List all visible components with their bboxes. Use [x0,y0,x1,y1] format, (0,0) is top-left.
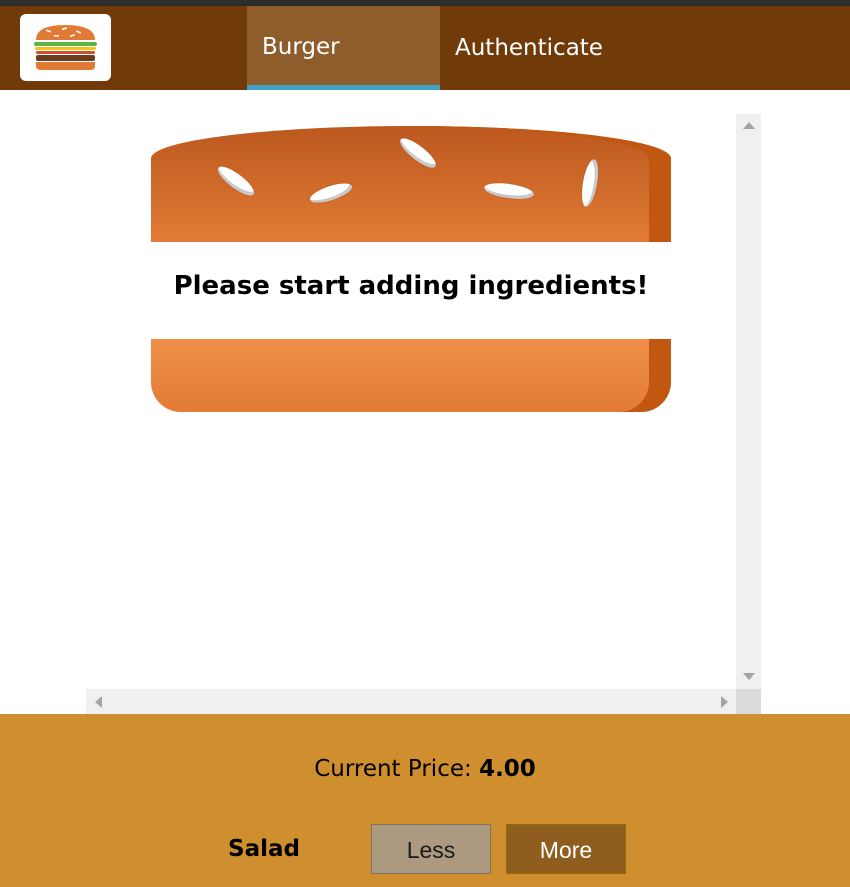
scrollbar-corner [736,689,761,714]
sesame-seed [483,180,535,202]
burger-preview: Please start adding ingredients! [151,126,671,416]
bread-top [151,126,671,242]
sesame-seed [578,158,602,208]
scroll-down-arrow-icon[interactable] [743,673,755,680]
sesame-seed [396,133,440,173]
sesame-seed [307,179,355,207]
logo[interactable] [20,14,111,81]
sesame-seed [214,162,258,200]
empty-burger-message: Please start adding ingredients! [173,271,649,301]
vertical-scrollbar[interactable] [736,114,761,689]
nav-authenticate[interactable]: Authenticate [440,6,615,90]
burger-logo-icon [34,25,97,70]
horizontal-scrollbar[interactable] [86,689,736,714]
scroll-up-arrow-icon[interactable] [743,122,755,129]
ingredient-label-salad: Salad [228,836,300,862]
price-label: Current Price: [314,756,472,782]
toolbar: Burger Builder Authenticate [0,6,850,142]
build-controls: Current Price: 4.00 Salad Less More [0,714,850,887]
less-salad-button[interactable]: Less [371,824,491,874]
scroll-left-arrow-icon[interactable] [95,696,102,708]
more-salad-button[interactable]: More [506,824,626,874]
bread-bottom [151,339,671,412]
scroll-right-arrow-icon[interactable] [721,696,728,708]
price-value: 4.00 [479,756,536,782]
burger-viewport: Please start adding ingredients! [86,114,761,714]
nav-burger-builder[interactable]: Burger Builder [247,6,440,142]
current-price: Current Price: 4.00 [0,756,850,782]
